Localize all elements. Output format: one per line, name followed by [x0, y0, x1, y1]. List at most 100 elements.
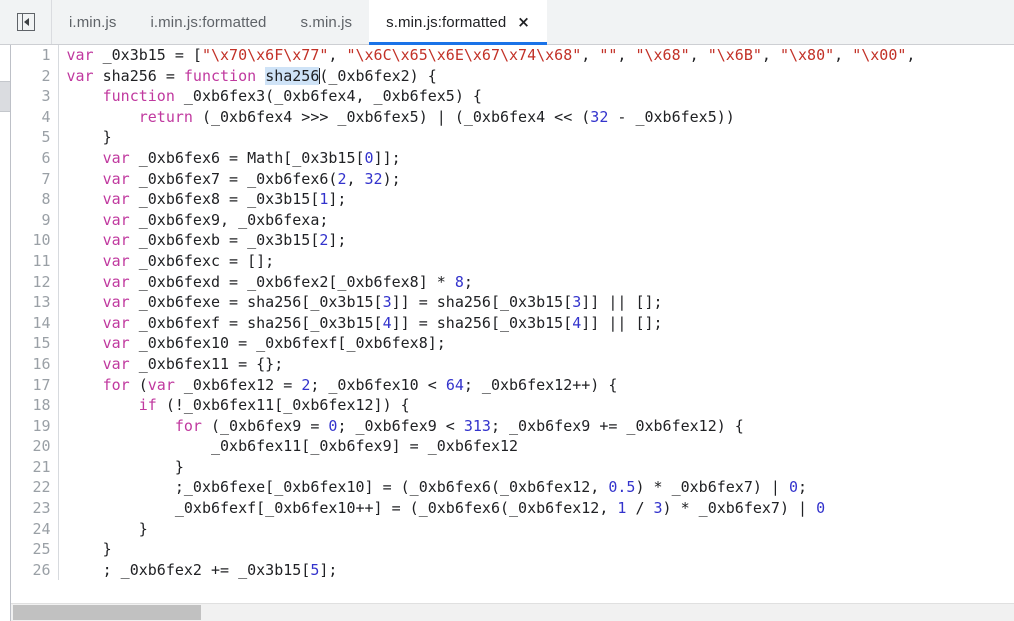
code-line-content[interactable]: var _0xb6fexe = sha256[_0x3b15[3]] = sha… [58, 292, 915, 313]
code-token: var [102, 313, 130, 332]
code-token: var [66, 66, 94, 85]
code-line-content[interactable]: var _0xb6fex6 = Math[_0x3b15[0]]; [58, 148, 915, 169]
close-icon[interactable]: × [517, 14, 530, 30]
code-token: , [906, 46, 916, 64]
code-token: 64 [445, 375, 464, 394]
line-number[interactable]: 26 [11, 559, 59, 581]
code-token: 0 [364, 148, 374, 167]
tab-label: s.min.js [300, 13, 353, 31]
tab-s-min-js[interactable]: s.min.js [283, 0, 370, 44]
line-number[interactable]: 10 [11, 230, 59, 251]
line-number[interactable]: 7 [11, 168, 59, 190]
line-number[interactable]: 20 [11, 436, 59, 457]
code-token: "\x80" [779, 46, 835, 64]
line-number[interactable]: 8 [11, 189, 59, 210]
code-line-content[interactable]: var _0xb6fexc = []; [58, 251, 915, 272]
code-line-content[interactable]: var sha256 = function sha256(_0xb6fex2) … [58, 66, 915, 87]
code-line-content[interactable]: } [58, 127, 915, 148]
code-line-content[interactable]: var _0xb6fexd = _0xb6fex2[_0xb6fex8] * 8… [58, 272, 915, 293]
code-token: ]; [328, 190, 347, 209]
code-line: 9 var _0xb6fex9, _0xb6fexa; [11, 209, 915, 231]
code-line-content[interactable]: ;_0xb6fexe[_0xb6fex10] = (_0xb6fex6(_0xb… [58, 477, 915, 498]
code-token: ]; [328, 231, 347, 250]
line-number[interactable]: 3 [11, 86, 59, 107]
line-number[interactable]: 13 [11, 292, 59, 313]
code-line: 20 _0xb6fex11[_0xb6fex9] = _0xb6fex12 [11, 436, 915, 457]
code-line-content[interactable]: function _0xb6fex3(_0xb6fex4, _0xb6fex5)… [58, 86, 915, 107]
code-editor[interactable]: 1 var _0x3b15 = ["\x70\x6F\x77", "\x6C\x6… [11, 45, 1014, 603]
code-line: 16 var _0xb6fex11 = {}; [11, 353, 915, 375]
code-line-content[interactable]: _0xb6fex11[_0xb6fex9] = _0xb6fex12 [58, 436, 915, 457]
code-token: 313 [463, 416, 491, 435]
code-line-content[interactable]: } [58, 457, 915, 478]
code-token: ]] = sha256[_0x3b15[ [391, 313, 573, 332]
line-number[interactable]: 9 [11, 209, 59, 231]
code-line-content[interactable]: for (_0xb6fex9 = 0; _0xb6fex9 < 313; _0x… [58, 416, 915, 437]
code-token: , [834, 46, 853, 64]
code-line-content[interactable]: _0xb6fexf[_0xb6fex10++] = (_0xb6fex6(_0x… [58, 498, 915, 519]
line-number[interactable]: 4 [11, 106, 59, 128]
code-line-content[interactable]: var _0xb6fexf = sha256[_0x3b15[4]] = sha… [58, 313, 915, 334]
tab-s-min-js-formatted[interactable]: s.min.js:formatted × [369, 0, 547, 45]
code-token: _0xb6fex8 = _0x3b15[ [129, 190, 320, 209]
left-rail-vertical-tab[interactable]: t [0, 81, 10, 112]
code-line: 2 var sha256 = function sha256(_0xb6fex2)… [11, 65, 915, 87]
tab-i-min-js-formatted[interactable]: i.min.js:formatted [133, 0, 284, 44]
tab-i-min-js[interactable]: i.min.js [52, 0, 134, 44]
line-number[interactable]: 19 [11, 415, 59, 437]
line-number[interactable]: 24 [11, 518, 59, 540]
code-line: 25 } [11, 539, 915, 560]
line-number[interactable]: 23 [11, 498, 59, 519]
code-line-content[interactable]: ; _0xb6fex2 += _0x3b15[5]; [58, 560, 915, 581]
line-number[interactable]: 14 [11, 312, 59, 334]
code-token: _0xb6fex9, _0xb6fexa; [129, 210, 329, 229]
code-line-content[interactable]: } [58, 519, 915, 540]
code-line-content[interactable]: if (!_0xb6fex11[_0xb6fex12]) { [58, 395, 915, 416]
line-number[interactable]: 21 [11, 456, 59, 478]
code-line-content[interactable]: return (_0xb6fex4 >>> _0xb6fex5) | (_0xb… [58, 107, 915, 128]
code-token: sha256 = [93, 66, 184, 85]
line-number[interactable]: 1 [11, 45, 59, 66]
line-number[interactable]: 12 [11, 271, 59, 293]
code-token: _0xb6fexc = []; [129, 251, 275, 270]
tab-label: i.min.js:formatted [150, 13, 267, 31]
line-number[interactable]: 22 [11, 477, 59, 499]
code-token: 8 [454, 272, 464, 291]
line-number[interactable]: 5 [11, 127, 59, 148]
code-line: 13 var _0xb6fexe = sha256[_0x3b15[3]] = … [11, 292, 915, 313]
line-number[interactable]: 11 [11, 250, 59, 272]
code-line-content[interactable]: } [58, 539, 915, 560]
line-number[interactable]: 15 [11, 333, 59, 354]
code-token: _0xb6fex3(_0xb6fex4, _0xb6fex5) { [174, 87, 482, 106]
line-number[interactable]: 6 [11, 147, 59, 169]
code-line-content[interactable]: var _0xb6fex11 = {}; [58, 354, 915, 375]
code-line-content[interactable]: var _0xb6fex10 = _0xb6fexf[_0xb6fex8]; [58, 333, 915, 354]
code-line-content[interactable]: var _0xb6fex7 = _0xb6fex6(2, 32); [58, 169, 915, 190]
editor-horizontal-scrollbar[interactable] [0, 603, 1014, 621]
code-line-content[interactable]: var _0x3b15 = ["\x70\x6F\x77", "\x6C\x65… [58, 45, 916, 66]
line-number[interactable]: 2 [11, 65, 59, 87]
code-line-content[interactable]: var _0xb6fex8 = _0x3b15[1]; [58, 189, 915, 210]
code-token: "" [599, 46, 618, 64]
left-navigator-rail: t [0, 45, 11, 621]
code-line-content[interactable]: var _0xb6fexb = _0x3b15[2]; [58, 230, 915, 251]
sidebar-toggle-button[interactable] [0, 0, 52, 44]
code-line-content[interactable]: for (var _0xb6fex12 = 2; _0xb6fex10 < 64… [58, 375, 915, 396]
horizontal-scrollbar-thumb[interactable] [13, 605, 201, 620]
editor-tabstrip: i.min.js i.min.js:formatted s.min.js s.min.… [0, 0, 1014, 45]
code-token: "\x00" [852, 46, 907, 64]
code-line-content[interactable]: var _0xb6fex9, _0xb6fexa; [58, 210, 915, 231]
line-number[interactable]: 16 [11, 353, 59, 375]
line-number[interactable]: 25 [11, 539, 59, 560]
line-number[interactable]: 17 [11, 374, 59, 396]
code-token: } [66, 540, 112, 559]
line-number[interactable]: 18 [11, 395, 59, 416]
code-token: , [328, 46, 347, 64]
